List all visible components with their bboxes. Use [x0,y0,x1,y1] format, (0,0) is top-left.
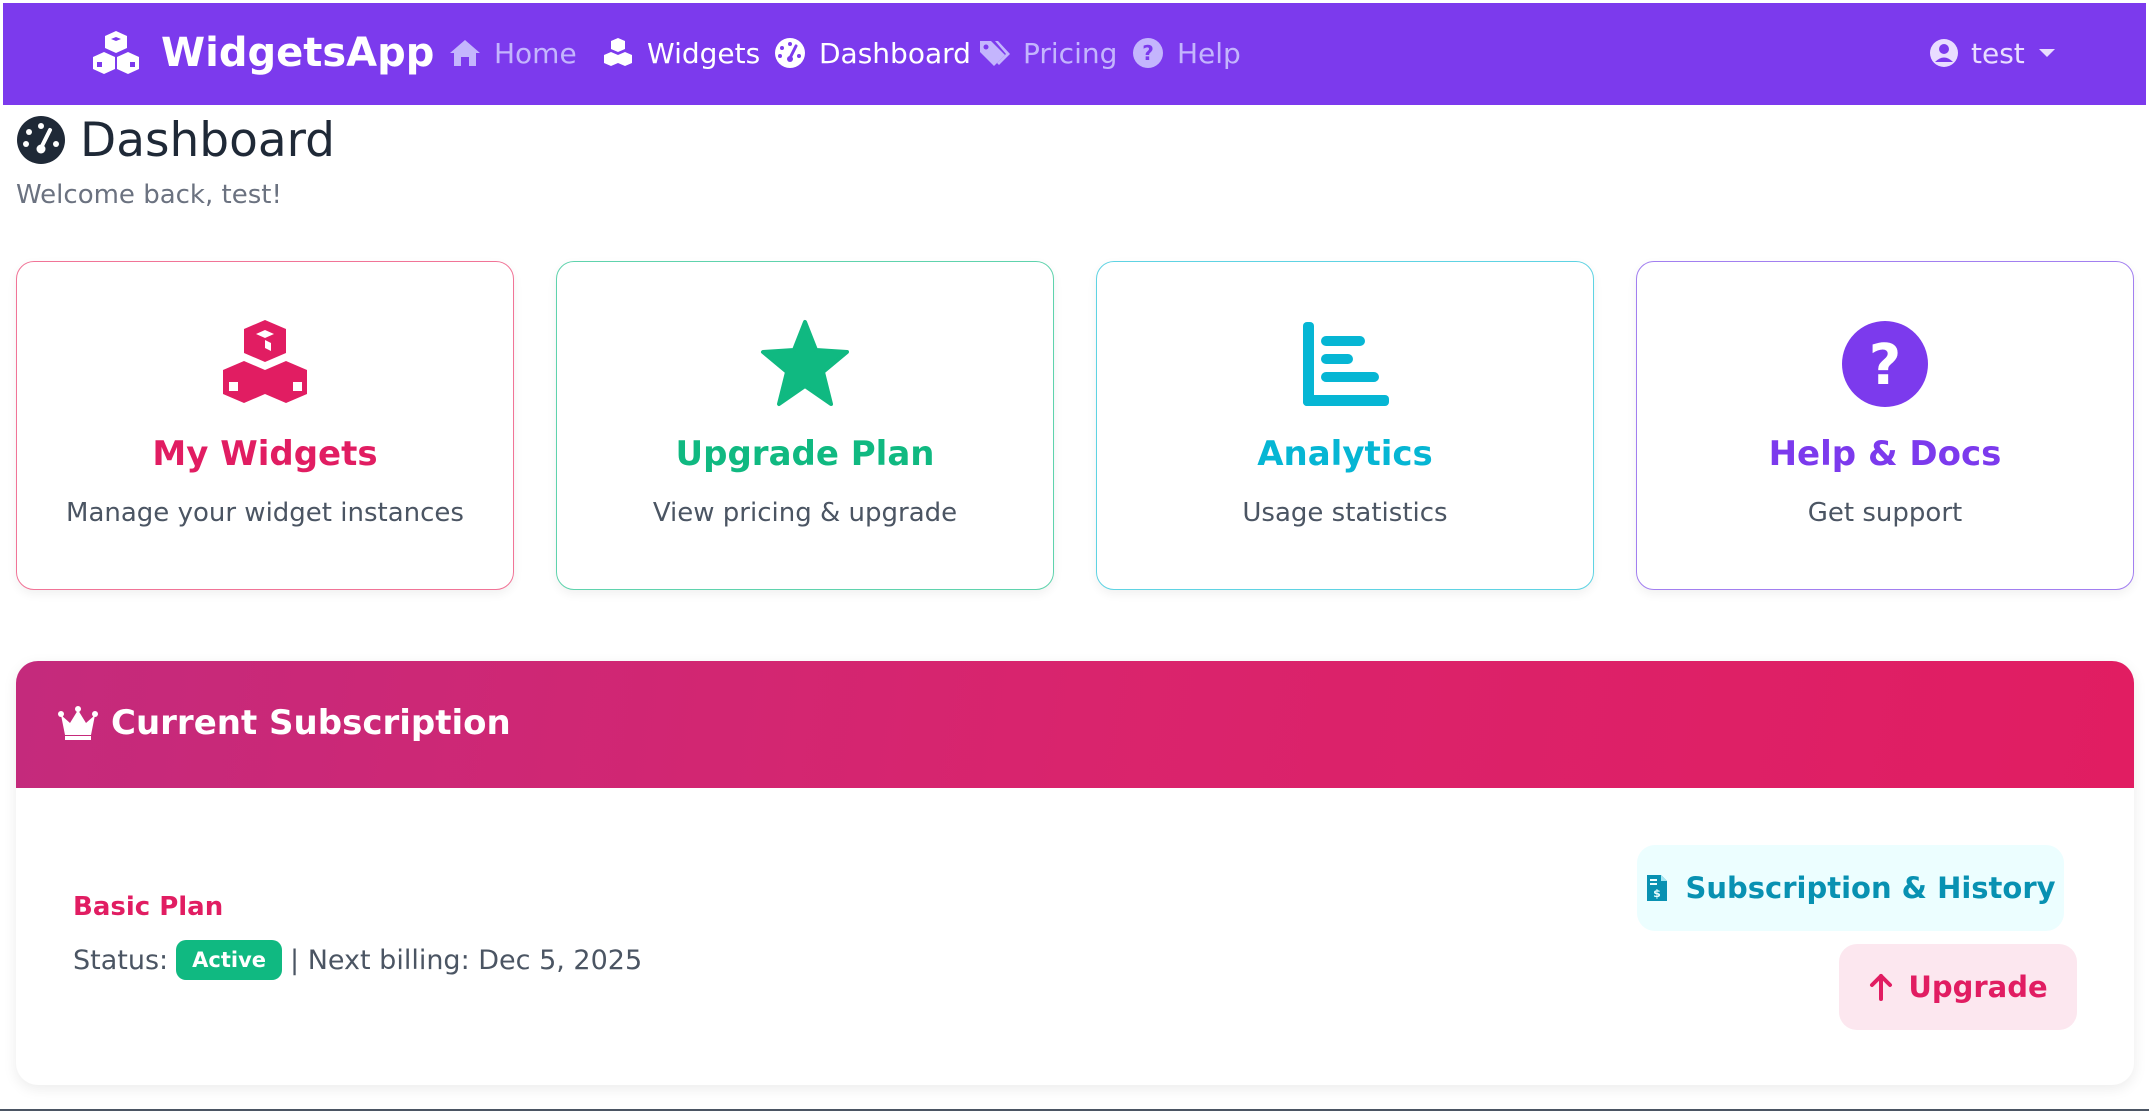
svg-text:$: $ [1654,887,1662,900]
user-menu-dropdown[interactable]: test [1929,31,2055,75]
svg-text:?: ? [1869,333,1901,398]
subscription-history-label: Subscription & History [1685,871,2056,905]
plan-name: Basic Plan [73,892,224,922]
brand-name: WidgetsApp [161,30,435,76]
svg-text:?: ? [1142,41,1154,65]
user-circle-icon [1930,39,1958,67]
page-bottom-divider [0,1109,2149,1111]
card-analytics[interactable]: Analytics Usage statistics [1096,261,1594,590]
gauge-icon [17,116,65,164]
card-subtitle: Get support [1807,498,1963,528]
card-title: My Widgets [152,434,378,474]
nav-home-label: Home [494,36,577,70]
tags-icon [980,41,1010,66]
cubes-icon [223,320,307,403]
cubes-icon [604,38,632,66]
user-name: test [1971,36,2025,70]
subscription-header: Current Subscription [16,661,2134,788]
brand-link[interactable]: WidgetsApp [89,27,434,79]
card-subtitle: View pricing & upgrade [652,498,958,528]
invoice-dollar-icon: $ [1647,875,1668,901]
card-icon-wrap [557,318,1053,410]
card-icon-wrap: ? [1637,318,2133,410]
nav-home[interactable]: Home [448,31,577,75]
chevron-down-icon [2038,49,2055,57]
page-title: Dashboard [16,112,335,168]
next-billing-text: | Next billing: Dec 5, 2025 [290,944,643,976]
card-title: Help & Docs [1768,434,2002,474]
welcome-message: Welcome back, test! [16,180,282,210]
nav-dashboard-label: Dashboard [819,36,971,70]
page-title-text: Dashboard [80,112,335,168]
arrow-up-icon [1870,974,1893,1001]
nav-pricing-label: Pricing [1023,36,1118,70]
card-help-docs[interactable]: ? Help & Docs Get support [1636,261,2134,590]
upgrade-label: Upgrade [1908,970,2048,1004]
bar-chart-icon [1303,322,1389,406]
top-navbar: WidgetsApp Home Widgets Dashboard Pricin… [3,3,2146,105]
nav-help-label: Help [1177,36,1241,70]
subscription-panel: Current Subscription Basic Plan Status: … [16,661,2134,1085]
card-title: Upgrade Plan [675,434,935,474]
subscription-history-button[interactable]: $ Subscription & History [1637,845,2064,931]
status-label: Status: [73,944,169,976]
status-badge: Active [176,940,283,980]
card-icon-wrap [17,318,513,410]
card-title: Analytics [1257,434,1433,474]
question-circle-icon: ? [1842,321,1928,407]
crown-icon [58,706,98,740]
card-upgrade-plan[interactable]: Upgrade Plan View pricing & upgrade [556,261,1054,590]
home-icon [450,40,480,66]
subscription-title: Current Subscription [111,703,511,743]
card-my-widgets[interactable]: My Widgets Manage your widget instances [16,261,514,590]
upgrade-button[interactable]: Upgrade [1839,944,2077,1030]
star-icon [761,320,849,406]
nav-widgets-label: Widgets [647,36,761,70]
card-subtitle: Manage your widget instances [66,498,464,528]
gauge-icon [775,38,805,68]
card-subtitle: Usage statistics [1242,498,1448,528]
card-icon-wrap [1097,318,1593,410]
status-line: Status: Active | Next billing: Dec 5, 20… [73,938,642,982]
nav-widgets[interactable]: Widgets [601,31,760,75]
nav-help[interactable]: ? Help [1131,31,1241,75]
cubes-icon [93,31,139,74]
nav-dashboard[interactable]: Dashboard [773,31,971,75]
question-circle-icon: ? [1133,38,1163,68]
nav-pricing[interactable]: Pricing [977,31,1117,75]
